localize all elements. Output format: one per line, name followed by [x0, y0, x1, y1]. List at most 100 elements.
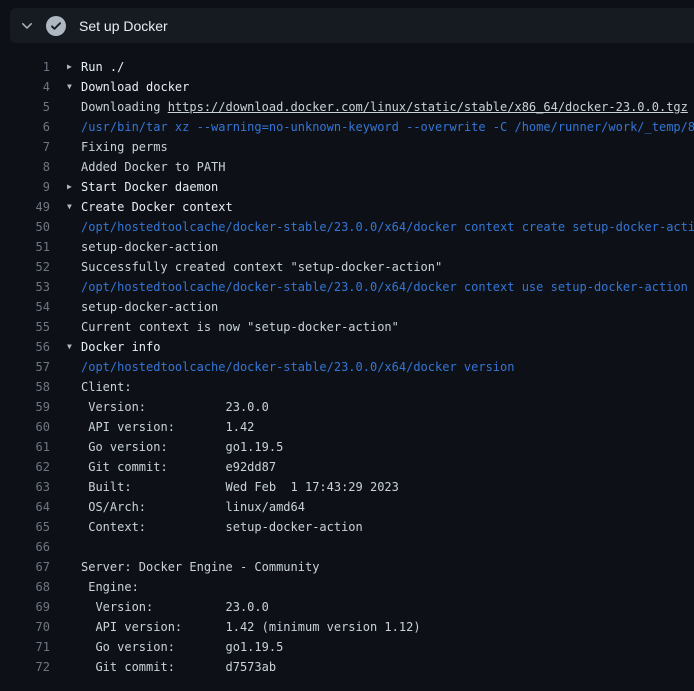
gutter-spacer: [50, 477, 81, 497]
gutter-spacer: [50, 377, 81, 397]
log-line: 59 Version: 23.0.0: [0, 397, 694, 417]
group-expanded-icon[interactable]: ▼: [50, 337, 81, 357]
line-number[interactable]: 55: [0, 317, 50, 337]
log-text: Version: 23.0.0: [81, 397, 269, 417]
line-number[interactable]: 49: [0, 197, 50, 217]
log-line: 64 OS/Arch: linux/amd64: [0, 497, 694, 517]
log-line[interactable]: 56▼Docker info: [0, 337, 694, 357]
log-text: /opt/hostedtoolcache/docker-stable/23.0.…: [81, 277, 688, 297]
log-lines: 1▶Run ./4▼Download docker5Downloading ht…: [0, 43, 694, 677]
line-number[interactable]: 56: [0, 337, 50, 357]
log-text: Go version: go1.19.5: [81, 637, 283, 657]
line-number[interactable]: 8: [0, 157, 50, 177]
log-text: Downloading https://download.docker.com/…: [81, 97, 688, 117]
gutter-spacer: [50, 617, 81, 637]
log-line[interactable]: 49▼Create Docker context: [0, 197, 694, 217]
log-text: /opt/hostedtoolcache/docker-stable/23.0.…: [81, 217, 694, 237]
line-number[interactable]: 7: [0, 137, 50, 157]
line-number[interactable]: 5: [0, 97, 50, 117]
gutter-spacer: [50, 437, 81, 457]
log-line: 70 API version: 1.42 (minimum version 1.…: [0, 617, 694, 637]
line-number[interactable]: 1: [0, 57, 50, 77]
group-title: Run ./: [81, 57, 124, 77]
workflow-log-viewer: Set up Docker 1▶Run ./4▼Download docker5…: [0, 8, 694, 677]
gutter-spacer: [50, 637, 81, 657]
gutter-spacer: [50, 517, 81, 537]
log-line[interactable]: 1▶Run ./: [0, 57, 694, 77]
group-title: Start Docker daemon: [81, 177, 218, 197]
log-text: Fixing perms: [81, 137, 168, 157]
line-number[interactable]: 51: [0, 237, 50, 257]
log-line[interactable]: 9▶Start Docker daemon: [0, 177, 694, 197]
gutter-spacer: [50, 657, 81, 677]
log-text: Built: Wed Feb 1 17:43:29 2023: [81, 477, 399, 497]
gutter-spacer: [50, 597, 81, 617]
log-line: 8Added Docker to PATH: [0, 157, 694, 177]
log-line: 52 Successfully created context "setup-do…: [0, 257, 694, 277]
log-text: Client:: [81, 377, 132, 397]
line-number[interactable]: 62: [0, 457, 50, 477]
log-line: 69 Version: 23.0.0: [0, 597, 694, 617]
line-number[interactable]: 6: [0, 117, 50, 137]
line-number[interactable]: 67: [0, 557, 50, 577]
line-number[interactable]: 66: [0, 537, 50, 557]
log-url-link[interactable]: https://download.docker.com/linux/static…: [168, 100, 688, 114]
group-expanded-icon[interactable]: ▼: [50, 197, 81, 217]
line-number[interactable]: 9: [0, 177, 50, 197]
line-number[interactable]: 68: [0, 577, 50, 597]
line-number[interactable]: 50: [0, 217, 50, 237]
log-text: /usr/bin/tar xz --warning=no-unknown-key…: [81, 117, 694, 137]
line-number[interactable]: 72: [0, 657, 50, 677]
log-line: 51 setup-docker-action: [0, 237, 694, 257]
gutter-spacer: [50, 577, 81, 597]
check-circle-icon: [46, 16, 66, 36]
line-number[interactable]: 4: [0, 77, 50, 97]
log-text: Successfully created context "setup-dock…: [81, 257, 442, 277]
line-number[interactable]: 65: [0, 517, 50, 537]
log-text: OS/Arch: linux/amd64: [81, 497, 305, 517]
gutter-spacer: [50, 117, 81, 137]
log-text: Git commit: e92dd87: [81, 457, 276, 477]
line-number[interactable]: 54: [0, 297, 50, 317]
log-text: setup-docker-action: [81, 237, 218, 257]
log-line: 66: [0, 537, 694, 557]
gutter-spacer: [50, 137, 81, 157]
gutter-spacer: [50, 457, 81, 477]
line-number[interactable]: 52: [0, 257, 50, 277]
log-line[interactable]: 4▼Download docker: [0, 77, 694, 97]
line-number[interactable]: 58: [0, 377, 50, 397]
line-number[interactable]: 60: [0, 417, 50, 437]
line-number[interactable]: 71: [0, 637, 50, 657]
log-text: /opt/hostedtoolcache/docker-stable/23.0.…: [81, 357, 514, 377]
log-text: API version: 1.42 (minimum version 1.12): [81, 617, 421, 637]
line-number[interactable]: 70: [0, 617, 50, 637]
group-collapsed-icon[interactable]: ▶: [50, 57, 81, 77]
log-text: Context: setup-docker-action: [81, 517, 363, 537]
log-line: 65 Context: setup-docker-action: [0, 517, 694, 537]
line-number[interactable]: 64: [0, 497, 50, 517]
line-number[interactable]: 53: [0, 277, 50, 297]
log-line: 55Current context is now "setup-docker-a…: [0, 317, 694, 337]
log-line: 63 Built: Wed Feb 1 17:43:29 2023: [0, 477, 694, 497]
group-title: Download docker: [81, 77, 189, 97]
gutter-spacer: [50, 497, 81, 517]
log-line: 5 Downloading https://download.docker.com…: [0, 97, 694, 117]
log-line: 67Server: Docker Engine - Community: [0, 557, 694, 577]
group-expanded-icon[interactable]: ▼: [50, 77, 81, 97]
gutter-spacer: [50, 397, 81, 417]
line-number[interactable]: 69: [0, 597, 50, 617]
chevron-down-icon[interactable]: [19, 18, 35, 34]
step-header[interactable]: Set up Docker: [10, 8, 694, 43]
step-title: Set up Docker: [79, 18, 168, 34]
line-number[interactable]: 57: [0, 357, 50, 377]
log-line: 6/usr/bin/tar xz --warning=no-unknown-ke…: [0, 117, 694, 137]
gutter-spacer: [50, 217, 81, 237]
line-number[interactable]: 63: [0, 477, 50, 497]
line-number[interactable]: 61: [0, 437, 50, 457]
log-line: 57/opt/hostedtoolcache/docker-stable/23.…: [0, 357, 694, 377]
log-text: setup-docker-action: [81, 297, 218, 317]
line-number[interactable]: 59: [0, 397, 50, 417]
gutter-spacer: [50, 537, 81, 557]
gutter-spacer: [50, 257, 81, 277]
group-collapsed-icon[interactable]: ▶: [50, 177, 81, 197]
